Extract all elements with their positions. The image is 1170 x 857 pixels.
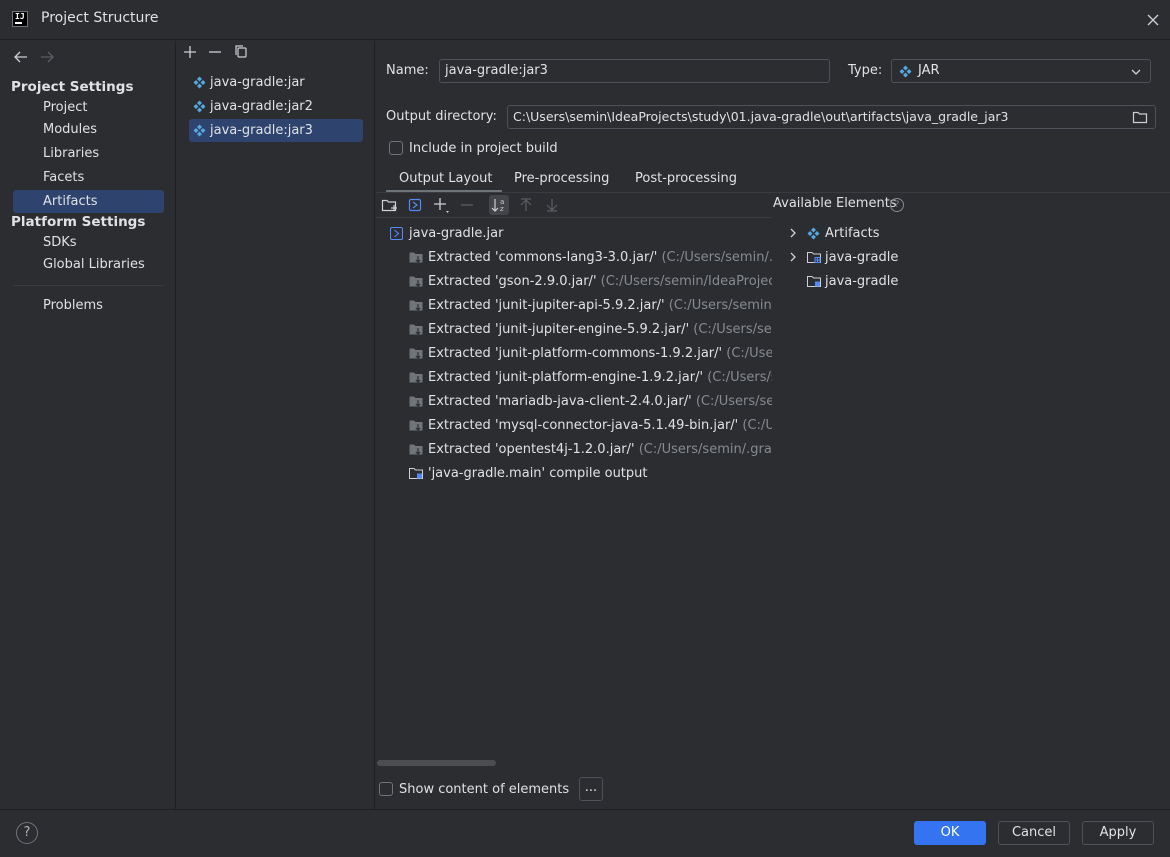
extracted-folder-icon bbox=[409, 275, 424, 288]
tree-row[interactable]: Extracted 'junit-jupiter-api-5.9.2.jar/'… bbox=[409, 294, 772, 318]
artifact-diamond-icon bbox=[193, 100, 206, 113]
artifact-item-selected[interactable]: java-gradle:jar3 bbox=[189, 119, 363, 142]
sidebar-item-sdks[interactable]: SDKs bbox=[13, 231, 164, 254]
type-label: Type: bbox=[848, 63, 883, 78]
sidebar-item-problems[interactable]: Problems bbox=[13, 294, 164, 317]
module-output-folder-icon bbox=[409, 467, 424, 480]
intellij-logo-icon: IJ bbox=[12, 11, 28, 27]
artifact-diamond-icon bbox=[807, 227, 820, 240]
show-content-checkbox[interactable] bbox=[379, 782, 393, 796]
artifact-diamond-icon bbox=[193, 124, 206, 137]
svg-text:z: z bbox=[500, 205, 504, 213]
name-label: Name: bbox=[386, 63, 429, 78]
apply-button[interactable]: Apply bbox=[1082, 821, 1154, 845]
forward-arrow-icon[interactable] bbox=[38, 48, 56, 66]
project-settings-header: Project Settings bbox=[11, 79, 134, 95]
show-content-label: Show content of elements bbox=[399, 782, 570, 797]
add-icon[interactable] bbox=[181, 43, 199, 61]
artifact-item[interactable]: java-gradle:jar bbox=[189, 71, 363, 94]
tree-row[interactable]: Extracted 'commons-lang3-3.0.jar/' (C:/U… bbox=[409, 246, 772, 270]
sidebar-item-global-libraries[interactable]: Global Libraries bbox=[13, 253, 164, 276]
ok-button[interactable]: OK bbox=[914, 821, 986, 845]
back-arrow-icon[interactable] bbox=[12, 48, 30, 66]
copy-icon[interactable] bbox=[232, 43, 250, 61]
extracted-folder-icon bbox=[409, 419, 424, 432]
tree-row[interactable]: Extracted 'opentest4j-1.2.0.jar/' (C:/Us… bbox=[409, 438, 772, 462]
browse-folder-icon[interactable] bbox=[1132, 109, 1148, 125]
chevron-down-icon bbox=[1130, 66, 1142, 78]
tree-row[interactable]: Extracted 'junit-jupiter-engine-5.9.2.ja… bbox=[409, 318, 772, 342]
chevron-right-icon[interactable] bbox=[787, 227, 799, 239]
tree-row[interactable]: Extracted 'mariadb-java-client-2.4.0.jar… bbox=[409, 390, 772, 414]
output-layout-tree: java-gradle.jar Extracted 'commons-lang3… bbox=[376, 222, 772, 490]
add-element-icon[interactable] bbox=[431, 195, 451, 215]
artifact-item[interactable]: java-gradle:jar2 bbox=[189, 95, 363, 118]
create-archive-icon[interactable] bbox=[405, 195, 425, 215]
tree-root-jar[interactable]: java-gradle.jar bbox=[390, 222, 760, 246]
extracted-folder-icon bbox=[409, 323, 424, 336]
show-content-options-button[interactable]: ... bbox=[579, 777, 603, 801]
artifact-diamond-icon bbox=[193, 76, 206, 89]
sort-icon[interactable]: az bbox=[489, 195, 509, 215]
sidebar-item-project[interactable]: Project bbox=[13, 96, 164, 119]
window-title: Project Structure bbox=[41, 10, 159, 26]
layout-toolbar-divider bbox=[376, 217, 772, 218]
move-down-icon[interactable] bbox=[542, 195, 562, 215]
output-directory-label: Output directory: bbox=[386, 109, 497, 124]
footer-divider bbox=[0, 809, 1170, 810]
tab-pre-processing[interactable]: Pre-processing bbox=[514, 168, 609, 192]
extracted-folder-icon bbox=[409, 347, 424, 360]
output-directory-field[interactable]: C:\Users\semin\IdeaProjects\study\01.jav… bbox=[507, 105, 1156, 129]
remove-element-icon[interactable] bbox=[457, 195, 477, 215]
horizontal-scrollbar[interactable] bbox=[377, 760, 496, 766]
close-icon[interactable] bbox=[1145, 12, 1161, 28]
sidebar-divider bbox=[13, 285, 164, 286]
tree-row[interactable]: Extracted 'junit-platform-engine-1.9.2.j… bbox=[409, 366, 772, 390]
help-icon[interactable]: ? bbox=[890, 198, 904, 212]
tab-post-processing[interactable]: Post-processing bbox=[635, 168, 737, 192]
chevron-right-icon[interactable] bbox=[787, 251, 799, 263]
tree-row[interactable]: 'java-gradle.main' compile output bbox=[409, 462, 772, 486]
type-value: JAR bbox=[918, 63, 940, 78]
title-bar bbox=[0, 0, 1170, 40]
extracted-folder-icon bbox=[409, 371, 424, 384]
module-output-folder-icon bbox=[807, 275, 822, 288]
module-folder-icon bbox=[807, 251, 822, 264]
include-in-build-label: Include in project build bbox=[409, 141, 558, 156]
extracted-folder-icon bbox=[409, 443, 424, 456]
cancel-button[interactable]: Cancel bbox=[998, 821, 1070, 845]
available-item-artifacts[interactable]: Artifacts bbox=[787, 222, 1167, 246]
available-item-module[interactable]: java-gradle bbox=[787, 246, 1167, 270]
name-field[interactable]: java-gradle:jar3 bbox=[439, 59, 830, 83]
tree-row[interactable]: Extracted 'mysql-connector-java-5.1.49-b… bbox=[409, 414, 772, 438]
include-in-build-checkbox[interactable] bbox=[389, 141, 403, 155]
platform-settings-header: Platform Settings bbox=[11, 214, 146, 230]
available-elements-header: Available Elements bbox=[773, 196, 897, 211]
new-directory-icon[interactable] bbox=[380, 195, 400, 215]
sidebar-item-artifacts[interactable]: Artifacts bbox=[13, 190, 164, 213]
type-dropdown[interactable]: JAR bbox=[891, 59, 1151, 83]
sidebar-item-modules[interactable]: Modules bbox=[13, 118, 164, 141]
available-item-module-output[interactable]: java-gradle bbox=[787, 270, 1167, 294]
sidebar-item-libraries[interactable]: Libraries bbox=[13, 142, 164, 165]
sidebar-item-facets[interactable]: Facets bbox=[13, 166, 164, 189]
tab-output-layout[interactable]: Output Layout bbox=[399, 168, 492, 192]
extracted-folder-icon bbox=[409, 395, 424, 408]
archive-icon bbox=[390, 227, 403, 240]
extracted-folder-icon bbox=[409, 299, 424, 312]
jar-diamond-icon bbox=[899, 65, 912, 78]
tabs-divider bbox=[376, 192, 1170, 193]
tree-row[interactable]: Extracted 'gson-2.9.0.jar/' (C:/Users/se… bbox=[409, 270, 772, 294]
remove-icon[interactable] bbox=[206, 43, 224, 61]
tree-row[interactable]: Extracted 'junit-platform-commons-1.9.2.… bbox=[409, 342, 772, 366]
artifacts-list-panel bbox=[177, 41, 375, 809]
extracted-folder-icon bbox=[409, 251, 424, 264]
move-up-icon[interactable] bbox=[516, 195, 536, 215]
help-button[interactable]: ? bbox=[16, 822, 38, 844]
